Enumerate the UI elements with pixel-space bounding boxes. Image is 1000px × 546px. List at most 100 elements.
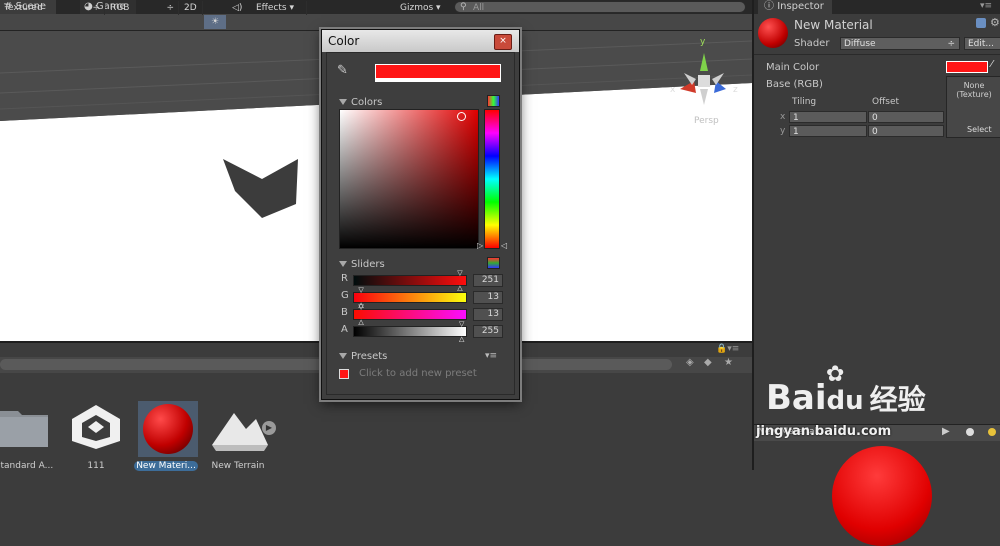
dialog-body: ✎ Colors ▷ ◁ Sliders R ▽ △ 251 G ▽ △ 13 … bbox=[326, 52, 515, 395]
shader-label: Shader bbox=[794, 38, 830, 49]
color-mode-icon[interactable] bbox=[487, 95, 500, 107]
base-rgb-label: Base (RGB) bbox=[766, 79, 823, 90]
scene-search-input[interactable]: ⚲ All bbox=[454, 1, 746, 13]
view-2d-toggle[interactable]: 2D bbox=[180, 1, 203, 15]
presets-section-header[interactable]: Presets bbox=[339, 351, 387, 362]
dropdown-arrow-icon: ÷ bbox=[166, 3, 174, 13]
presets-menu-icon[interactable]: ▾≡ bbox=[485, 351, 497, 361]
shader-dropdown[interactable]: Diffuse ÷ bbox=[840, 37, 960, 50]
gizmos-dropdown[interactable]: Gizmos ▾ bbox=[400, 1, 441, 15]
slider-b-handle-bottom[interactable]: △ bbox=[358, 318, 363, 326]
slider-b-label: B bbox=[341, 307, 348, 318]
effects-dropdown[interactable]: Effects ▾ bbox=[252, 1, 307, 15]
gizmo-x-label: x bbox=[670, 85, 676, 95]
current-color-swatch[interactable] bbox=[375, 64, 501, 82]
slider-b-track[interactable] bbox=[353, 309, 467, 320]
color-picker-dialog: Color × ✎ Colors ▷ ◁ Sliders R ▽ △ 251 G… bbox=[321, 29, 520, 400]
asset-item[interactable] bbox=[68, 403, 124, 451]
render-mode-dropdown[interactable]: Textured ÷ bbox=[0, 1, 105, 15]
favorite-star-icon[interactable]: ★ bbox=[724, 357, 733, 368]
color-cursor-handle[interactable] bbox=[457, 112, 466, 121]
asset-item[interactable]: ▶ bbox=[208, 405, 278, 451]
unity-logo-icon bbox=[72, 405, 120, 449]
preview-light-icon[interactable] bbox=[988, 428, 996, 436]
offset-y-field[interactable]: 0 bbox=[868, 125, 944, 137]
slider-r-value[interactable]: 251 bbox=[473, 274, 503, 287]
baidu-watermark-logo: Baidu 经验 bbox=[766, 378, 926, 418]
colors-section-header[interactable]: Colors bbox=[339, 97, 382, 108]
scene-lighting-sun-icon[interactable]: ☀ bbox=[204, 15, 226, 29]
slider-r-track[interactable] bbox=[353, 275, 467, 286]
gizmo-z-label: z bbox=[733, 85, 738, 95]
asset-item-selected[interactable] bbox=[138, 401, 198, 457]
material-preview-sphere[interactable] bbox=[832, 446, 932, 546]
tab-inspector[interactable]: ⓘ Inspector bbox=[758, 0, 832, 14]
material-preview-icon bbox=[758, 18, 788, 48]
gizmo-y-label: y bbox=[700, 37, 706, 47]
dropdown-arrow-icon: ▾ bbox=[436, 3, 441, 13]
add-preset-hint[interactable]: Click to add new preset bbox=[359, 368, 477, 379]
axis-gizmo-icon[interactable] bbox=[670, 45, 742, 117]
material-name: New Material bbox=[794, 18, 873, 32]
slider-g-value[interactable]: 13 bbox=[473, 291, 503, 304]
slider-a-value[interactable]: 255 bbox=[473, 325, 503, 338]
color-mode-dropdown[interactable]: RGB ÷ bbox=[106, 1, 179, 15]
folder-icon bbox=[0, 411, 48, 447]
material-sphere-icon bbox=[143, 404, 193, 454]
slider-a-handle[interactable]: ▽ bbox=[459, 320, 464, 328]
lock-icon[interactable]: 🔒▾≡ bbox=[716, 344, 739, 354]
sliders-section-header[interactable]: Sliders bbox=[339, 259, 385, 270]
edit-shader-button[interactable]: Edit... bbox=[964, 37, 1000, 50]
offset-label: Offset bbox=[872, 97, 900, 107]
filter-label-icon[interactable]: ◆ bbox=[704, 357, 712, 368]
gear-icon[interactable]: ⚙ bbox=[990, 16, 1000, 29]
eyedropper-icon[interactable]: ⁄ bbox=[991, 59, 993, 70]
tiling-x-field[interactable]: 1 bbox=[789, 111, 867, 123]
audio-speaker-icon[interactable]: ◁) bbox=[232, 1, 248, 15]
pane-menu-icon[interactable]: ▾≡ bbox=[980, 1, 992, 11]
help-book-icon[interactable] bbox=[976, 18, 986, 28]
texture-slot[interactable]: None (Texture) Select bbox=[946, 76, 1000, 138]
slider-r-label: R bbox=[341, 273, 348, 284]
play-preview-icon[interactable]: ▶ bbox=[262, 421, 276, 435]
slider-g-handle[interactable]: ▽ bbox=[358, 286, 363, 294]
slider-a-track[interactable] bbox=[353, 326, 467, 337]
slider-b-handle[interactable]: ▽ bbox=[358, 303, 363, 311]
add-preset-swatch[interactable] bbox=[339, 369, 349, 379]
eyedropper-icon[interactable]: ✎ bbox=[337, 63, 348, 78]
info-icon: ⓘ bbox=[764, 1, 774, 12]
tiling-label: Tiling bbox=[792, 97, 817, 107]
hue-slider[interactable] bbox=[484, 109, 500, 249]
y-label: y bbox=[780, 126, 786, 136]
persp-label[interactable]: Persp bbox=[694, 116, 719, 126]
play-preview-icon[interactable]: ▶ bbox=[942, 426, 950, 437]
search-icon: ⚲ bbox=[460, 2, 467, 12]
hue-handle-right-icon[interactable]: ◁ bbox=[501, 241, 507, 250]
dropdown-arrow-icon: ÷ bbox=[92, 3, 100, 13]
dropdown-arrow-icon: ▾ bbox=[289, 3, 294, 13]
slider-g-track[interactable] bbox=[353, 292, 467, 303]
slider-r-handle-bottom[interactable]: △ bbox=[457, 284, 462, 292]
slider-a-label: A bbox=[341, 324, 348, 335]
baidu-paw-icon: ✿ bbox=[826, 362, 845, 387]
offset-x-field[interactable]: 0 bbox=[868, 111, 944, 123]
slider-r-handle[interactable]: ▽ bbox=[457, 269, 462, 277]
close-icon[interactable]: × bbox=[494, 34, 512, 50]
dialog-title[interactable]: Color bbox=[322, 30, 519, 52]
main-color-swatch[interactable] bbox=[946, 61, 988, 73]
asset-item[interactable] bbox=[0, 403, 54, 451]
main-color-label: Main Color bbox=[766, 62, 820, 73]
dropdown-arrow-icon: ÷ bbox=[947, 39, 955, 49]
watermark-url: jingyan.baidu.com bbox=[756, 424, 892, 439]
slider-b-value[interactable]: 13 bbox=[473, 308, 503, 321]
slider-a-handle-bottom[interactable]: △ bbox=[459, 335, 464, 343]
saturation-value-picker[interactable] bbox=[339, 109, 479, 249]
slider-g-label: G bbox=[341, 290, 349, 301]
divider bbox=[754, 54, 1000, 55]
tiling-y-field[interactable]: 1 bbox=[789, 125, 867, 137]
texture-select-button[interactable]: Select bbox=[967, 125, 992, 134]
filter-type-icon[interactable]: ◈ bbox=[686, 357, 694, 368]
slider-mode-icon[interactable] bbox=[487, 257, 500, 269]
hue-handle-left-icon[interactable]: ▷ bbox=[477, 241, 483, 250]
preview-sphere-icon[interactable] bbox=[966, 428, 974, 436]
